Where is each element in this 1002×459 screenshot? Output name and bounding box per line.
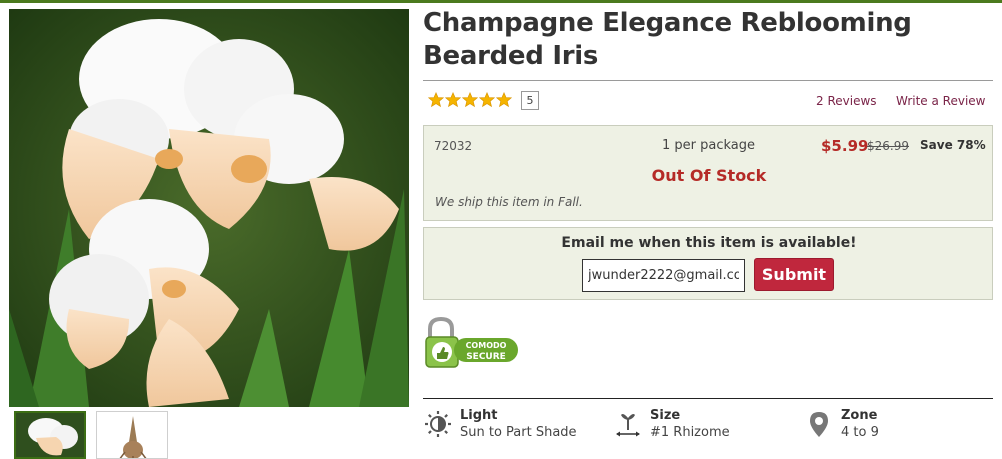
attribute-value: #1 Rhizome xyxy=(650,425,730,440)
attribute-label: Light xyxy=(460,408,498,423)
secure-badge-text: SECURE xyxy=(466,352,506,362)
star-rating[interactable] xyxy=(428,92,512,108)
attribute-label: Zone xyxy=(841,408,878,423)
rhizome-size-icon xyxy=(616,414,640,437)
write-review-link[interactable]: Write a Review xyxy=(896,94,985,108)
sale-price: $5.99 xyxy=(821,137,869,155)
comodo-badge-text: COMODO xyxy=(466,341,507,350)
product-title: Champagne Elegance Reblooming Bearded Ir… xyxy=(423,8,912,71)
title-divider xyxy=(423,80,993,81)
attribute-value: 4 to 9 xyxy=(841,425,879,440)
thumbnail-flower[interactable] xyxy=(14,411,86,459)
shipping-note: We ship this item in Fall. xyxy=(435,195,583,209)
email-notify-heading: Email me when this item is available! xyxy=(561,235,857,251)
attribute-value: Sun to Part Shade xyxy=(460,425,577,440)
star-icon xyxy=(428,92,444,108)
email-notify-panel: Email me when this item is available! Su… xyxy=(423,227,993,300)
star-icon xyxy=(479,92,495,108)
purchase-info-panel: 72032 1 per package $5.99 $26.99 Save 78… xyxy=(423,125,993,221)
thumbnail-rhizome[interactable] xyxy=(96,411,168,459)
savings-text: Save 78% xyxy=(920,138,986,152)
star-icon xyxy=(496,92,512,108)
rating-count-badge: 5 xyxy=(521,91,539,110)
item-number: 72032 xyxy=(434,139,473,153)
product-main-image[interactable] xyxy=(9,9,409,407)
reviews-link[interactable]: 2 Reviews xyxy=(816,94,877,108)
submit-button[interactable]: Submit xyxy=(754,258,834,291)
email-field[interactable] xyxy=(582,259,745,292)
attributes-divider xyxy=(423,398,993,399)
map-pin-icon xyxy=(810,412,828,437)
package-quantity: 1 per package xyxy=(662,138,756,153)
attribute-label: Size xyxy=(650,408,681,423)
comodo-secure-badge[interactable]: COMODO SECURE xyxy=(424,316,520,373)
star-icon xyxy=(445,92,461,108)
top-accent-bar xyxy=(0,0,1002,3)
sun-icon xyxy=(425,411,451,437)
star-icon xyxy=(462,92,478,108)
stock-status: Out Of Stock xyxy=(651,166,767,185)
original-price: $26.99 xyxy=(867,139,909,153)
